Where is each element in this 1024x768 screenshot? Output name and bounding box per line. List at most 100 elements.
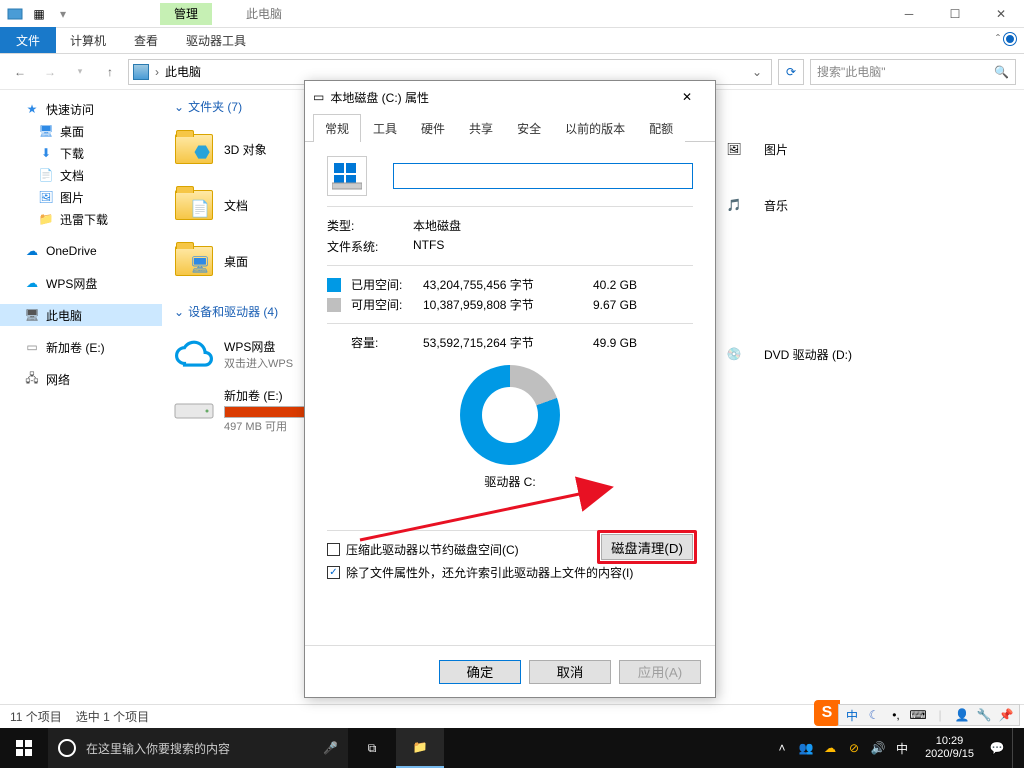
item-count: 11 个项目 <box>10 708 62 725</box>
tray-ime-icon[interactable]: 中 <box>893 739 911 757</box>
pictures-icon: 🖼 <box>38 189 54 205</box>
sidebar-new-volume[interactable]: ▭新加卷 (E:) <box>0 336 162 358</box>
action-center-icon[interactable]: 💬 <box>988 739 1006 757</box>
network-icon: 🖧 <box>24 371 40 387</box>
search-placeholder: 搜索"此电脑" <box>817 63 988 80</box>
qat-properties[interactable]: ▦ <box>28 3 50 25</box>
free-swatch <box>327 298 341 312</box>
close-button[interactable]: ✕ <box>978 0 1024 28</box>
back-button[interactable]: ← <box>8 60 32 84</box>
sidebar-documents[interactable]: 📄文档 <box>0 164 162 186</box>
taskbar-search[interactable]: 在这里输入你要搜索的内容 🎤 <box>48 728 348 768</box>
apply-button[interactable]: 应用(A) <box>619 660 701 684</box>
help-icon[interactable] <box>1004 33 1016 45</box>
keyboard-icon[interactable]: ⌨ <box>909 706 927 724</box>
chevron-down-icon: ⌄ <box>174 305 184 319</box>
folder-icon: 📄 <box>175 190 213 220</box>
file-tab[interactable]: 文件 <box>0 27 56 53</box>
tools-icon[interactable]: 🔧 <box>975 706 993 724</box>
pc-icon: 🖥 <box>24 307 40 323</box>
folder-icon: 📁 <box>38 211 54 227</box>
dialog-titlebar[interactable]: ▭ 本地磁盘 (C:) 属性 ✕ <box>305 81 715 113</box>
item-music[interactable]: 🎵 音乐 <box>714 179 954 231</box>
tab-hardware[interactable]: 硬件 <box>409 114 457 142</box>
taskbar-explorer[interactable]: 📁 <box>396 728 444 768</box>
music-icon: 🎵 <box>714 185 754 225</box>
computer-tab[interactable]: 计算机 <box>56 27 120 53</box>
sidebar-desktop[interactable]: 🖥桌面 <box>0 120 162 142</box>
cortana-icon <box>58 739 76 757</box>
sidebar-this-pc[interactable]: 🖥此电脑 <box>0 304 162 326</box>
tray-security-icon[interactable]: ⊘ <box>845 739 863 757</box>
item-pictures[interactable]: 🖼 图片 <box>714 123 954 175</box>
taskbar: 在这里输入你要搜索的内容 🎤 ⧉ 📁 ˄ 👥 ☁ ⊘ 🔊 中 10:292020… <box>0 728 1024 768</box>
navigation-pane: ★快速访问 🖥桌面 ⬇下载 📄文档 🖼图片 📁迅雷下载 ☁OneDrive ☁W… <box>0 90 162 710</box>
address-text[interactable]: 此电脑 <box>165 63 741 80</box>
task-view-button[interactable]: ⧉ <box>348 728 396 768</box>
sidebar-quick-access[interactable]: ★快速访问 <box>0 98 162 120</box>
item-dvd-drive[interactable]: 💿 DVD 驱动器 (D:) <box>714 328 954 380</box>
search-icon[interactable]: 🔍 <box>994 65 1009 79</box>
index-checkbox-row[interactable]: ✓除了文件属性外，还允许索引此驱动器上文件的内容(I) <box>327 564 693 581</box>
maximize-button[interactable]: ☐ <box>932 0 978 28</box>
drive-tools-tab[interactable]: 驱动器工具 <box>172 27 260 53</box>
sidebar-downloads[interactable]: ⬇下载 <box>0 142 162 164</box>
sidebar-onedrive[interactable]: ☁OneDrive <box>0 240 162 262</box>
dialog-title: 本地磁盘 (C:) 属性 <box>330 89 429 106</box>
disk-cleanup-button[interactable]: 磁盘清理(D) <box>601 534 693 560</box>
moon-icon[interactable]: ☾ <box>865 706 883 724</box>
ime-mode[interactable]: 中 <box>843 706 861 724</box>
dialog-close-button[interactable]: ✕ <box>667 83 707 111</box>
sogou-ime-badge[interactable]: S <box>814 700 840 726</box>
ribbon-collapse-icon[interactable]: ˆ <box>996 32 1000 46</box>
tab-previous-versions[interactable]: 以前的版本 <box>553 114 637 142</box>
sidebar-pictures[interactable]: 🖼图片 <box>0 186 162 208</box>
tray-volume-icon[interactable]: 🔊 <box>869 739 887 757</box>
refresh-button[interactable]: ⟳ <box>778 59 804 85</box>
sidebar-xunlei[interactable]: 📁迅雷下载 <box>0 208 162 230</box>
tab-quota[interactable]: 配额 <box>637 114 685 142</box>
usage-pie-chart <box>460 365 560 465</box>
checkbox-unchecked[interactable] <box>327 543 340 556</box>
view-tab[interactable]: 查看 <box>120 27 172 53</box>
drive-label-input[interactable] <box>393 163 693 189</box>
tray-expand-icon[interactable]: ˄ <box>773 739 791 757</box>
cloud-icon <box>174 334 214 374</box>
person-icon[interactable]: 👤 <box>953 706 971 724</box>
qat-dropdown[interactable]: ▾ <box>52 3 74 25</box>
tab-tools[interactable]: 工具 <box>361 114 409 142</box>
qat-icon <box>4 3 26 25</box>
sidebar-network[interactable]: 🖧网络 <box>0 368 162 390</box>
taskbar-clock[interactable]: 10:292020/9/15 <box>917 735 982 761</box>
contextual-tab-manage[interactable]: 管理 <box>160 3 212 25</box>
pictures-icon: 🖼 <box>714 129 754 169</box>
show-desktop-button[interactable] <box>1012 728 1018 768</box>
forward-button[interactable]: → <box>38 60 62 84</box>
drive-icon: ▭ <box>313 90 324 104</box>
selection-count: 选中 1 个项目 <box>76 708 149 725</box>
folder-icon: ⬣ <box>175 134 213 164</box>
ok-button[interactable]: 确定 <box>439 660 521 684</box>
pin-icon[interactable]: 📌 <box>997 706 1015 724</box>
dialog-tabs: 常规 工具 硬件 共享 安全 以前的版本 配额 <box>305 113 715 142</box>
start-button[interactable] <box>0 728 48 768</box>
download-icon: ⬇ <box>38 145 54 161</box>
drive-letter-label: 驱动器 C: <box>327 473 693 490</box>
disc-icon: 💿 <box>714 334 754 374</box>
minimize-button[interactable]: ─ <box>886 0 932 28</box>
cancel-button[interactable]: 取消 <box>529 660 611 684</box>
checkbox-checked[interactable]: ✓ <box>327 566 340 579</box>
search-placeholder: 在这里输入你要搜索的内容 <box>86 740 230 757</box>
address-dropdown[interactable]: ⌄ <box>747 65 767 79</box>
search-box[interactable]: 搜索"此电脑" 🔍 <box>810 59 1016 85</box>
people-icon[interactable]: 👥 <box>797 739 815 757</box>
up-button[interactable]: ↑ <box>98 60 122 84</box>
tab-sharing[interactable]: 共享 <box>457 114 505 142</box>
mic-icon[interactable]: 🎤 <box>323 741 338 755</box>
punctuation-icon[interactable]: •, <box>887 706 905 724</box>
sidebar-wps[interactable]: ☁WPS网盘 <box>0 272 162 294</box>
tray-onedrive-icon[interactable]: ☁ <box>821 739 839 757</box>
tab-general[interactable]: 常规 <box>313 114 361 142</box>
recent-dropdown[interactable]: ▾ <box>68 60 92 84</box>
tab-security[interactable]: 安全 <box>505 114 553 142</box>
